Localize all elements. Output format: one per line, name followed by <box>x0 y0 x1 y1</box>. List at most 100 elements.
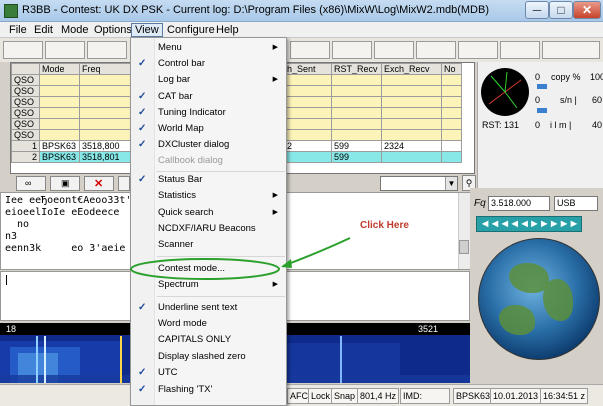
view-menu-item-beacons[interactable]: NCDXF/IARU Beacons <box>131 221 286 237</box>
toolbar-button[interactable] <box>374 41 414 59</box>
toolbar-button[interactable] <box>458 41 498 59</box>
table-cell[interactable] <box>381 85 442 97</box>
menu-item-label: Scanner <box>158 239 194 250</box>
table-cell[interactable] <box>441 118 462 130</box>
delete-button[interactable]: ✕ <box>84 176 114 191</box>
lock-toggle[interactable]: Lock <box>308 388 334 404</box>
menu-file[interactable]: File <box>6 23 30 37</box>
view-menu-item-scanner[interactable]: Scanner <box>131 237 286 253</box>
table-cell[interactable] <box>39 74 80 86</box>
table-cell[interactable] <box>39 96 80 108</box>
maximize-button[interactable]: □ <box>549 1 573 19</box>
table-cell[interactable] <box>381 118 442 130</box>
tuning-arrows-bar[interactable]: ◄◄◄◄◄►►►►► <box>476 216 582 232</box>
view-menu-item-flashing-tx[interactable]: ✓ Flashing 'TX' <box>131 382 286 398</box>
table-cell[interactable] <box>39 107 80 119</box>
view-menu-item-slashed-zero[interactable]: Display slashed zero <box>131 349 286 365</box>
table-cell[interactable] <box>381 129 442 141</box>
table-cell[interactable] <box>331 118 382 130</box>
callsign-combo[interactable]: ▼ <box>380 176 458 191</box>
table-cell[interactable] <box>39 118 80 130</box>
table-cell[interactable]: 599 <box>331 140 382 152</box>
checkmark-icon: ✓ <box>138 91 147 102</box>
view-menu-item-tuning-indicator[interactable]: ✓ Tuning Indicator <box>131 105 286 121</box>
scroll-thumb[interactable] <box>459 240 469 254</box>
toolbar-button[interactable] <box>332 41 372 59</box>
table-cell[interactable] <box>381 151 442 163</box>
log-col-header[interactable]: Mode <box>39 63 80 75</box>
table-cell[interactable]: BPSK63 <box>39 140 80 152</box>
view-menu-item-capitals[interactable]: CAPITALS ONLY <box>131 332 286 348</box>
toolbar-button[interactable] <box>500 41 540 59</box>
view-menu-item-statistics[interactable]: Statistics ▶ <box>131 188 286 204</box>
close-button[interactable]: ✕ <box>573 1 601 19</box>
table-cell[interactable]: BPSK63 <box>39 151 80 163</box>
mode-readout[interactable]: BPSK63 <box>453 388 494 404</box>
copy-label: copy % <box>551 72 581 82</box>
table-cell[interactable] <box>331 107 382 119</box>
table-cell[interactable] <box>331 74 382 86</box>
table-cell[interactable] <box>441 74 462 86</box>
menu-item-label: Spectrum <box>158 279 199 290</box>
view-menu-item-world-map[interactable]: ✓ World Map <box>131 121 286 137</box>
binoculars-button[interactable]: ∞ <box>16 176 46 191</box>
view-menu-item-utc[interactable]: ✓ UTC <box>131 365 286 381</box>
table-cell[interactable] <box>441 140 462 152</box>
log-col-header[interactable]: Exch_Recv <box>381 63 442 75</box>
minimize-button[interactable]: ─ <box>525 1 549 19</box>
view-menu-item-quick-search[interactable]: Quick search ▶ <box>131 205 286 221</box>
menu-configure[interactable]: Configure <box>164 23 218 37</box>
table-cell[interactable] <box>331 96 382 108</box>
view-menu-item-control-bar[interactable]: ✓ Control bar <box>131 56 286 72</box>
table-cell[interactable] <box>39 85 80 97</box>
table-cell[interactable] <box>441 129 462 141</box>
table-cell[interactable] <box>39 129 80 141</box>
vertical-scrollbar[interactable] <box>458 193 470 269</box>
save-button[interactable]: ▣ <box>50 176 80 191</box>
view-menu-item-contest-mode[interactable]: Contest mode... <box>131 261 286 277</box>
view-menu-item-underline[interactable]: ✓ Underline sent text <box>131 300 286 316</box>
toolbar-button[interactable] <box>87 41 127 59</box>
menu-edit[interactable]: Edit <box>31 23 56 37</box>
chevron-down-icon: ▼ <box>445 177 457 190</box>
world-map-globe[interactable] <box>478 238 600 360</box>
log-col-header[interactable]: RST_Recv <box>331 63 382 75</box>
table-cell[interactable] <box>381 96 442 108</box>
table-cell[interactable]: 2324 <box>381 140 442 152</box>
table-cell[interactable] <box>441 96 462 108</box>
table-cell[interactable] <box>381 74 442 86</box>
table-cell[interactable] <box>331 129 382 141</box>
table-cell[interactable] <box>441 107 462 119</box>
table-cell[interactable] <box>441 85 462 97</box>
view-menu-item-dxcluster[interactable]: ✓ DXCluster dialog <box>131 137 286 153</box>
view-menu-item-menu[interactable]: Menu ▶ <box>131 40 286 56</box>
toolbar-button[interactable] <box>45 41 85 59</box>
table-cell[interactable] <box>381 107 442 119</box>
view-menu-item-cat-bar[interactable]: ✓ CAT bar <box>131 89 286 105</box>
menu-mode[interactable]: Mode <box>58 23 92 37</box>
snap-toggle[interactable]: Snap <box>331 388 359 404</box>
menu-options[interactable]: Options <box>91 23 135 37</box>
table-cell[interactable] <box>441 151 462 163</box>
mode-select[interactable]: USB <box>554 196 598 211</box>
toolbar-button[interactable] <box>3 41 43 59</box>
view-menu-item-log-bar[interactable]: Log bar ▶ <box>131 72 286 88</box>
view-menu-item-spectrum[interactable]: Spectrum ▶ <box>131 277 286 293</box>
log-col-header[interactable]: No <box>441 63 462 75</box>
frequency-select[interactable]: 3.518.000 <box>488 196 550 211</box>
toolbar-button[interactable] <box>416 41 456 59</box>
table-cell[interactable] <box>331 85 382 97</box>
table-cell[interactable]: 599 <box>331 151 382 163</box>
menu-separator <box>157 296 285 297</box>
tuning-scope[interactable] <box>481 68 529 116</box>
view-menu-item-status-bar[interactable]: ✓ Status Bar <box>131 172 286 188</box>
menu-help[interactable]: Help <box>213 23 242 37</box>
toolbar-button[interactable] <box>290 41 330 59</box>
menu-view[interactable]: View <box>131 23 163 37</box>
tuning-marker[interactable] <box>120 336 122 383</box>
log-col-header[interactable] <box>11 63 40 75</box>
toolbar-button[interactable] <box>118 176 130 191</box>
toolbar-button[interactable] <box>542 41 600 59</box>
view-menu-item-word-mode[interactable]: Word mode <box>131 316 286 332</box>
tuning-indicator-panel: 0 copy % 100 0 s/n | 60 RST: 131 0 i l m… <box>477 62 603 188</box>
